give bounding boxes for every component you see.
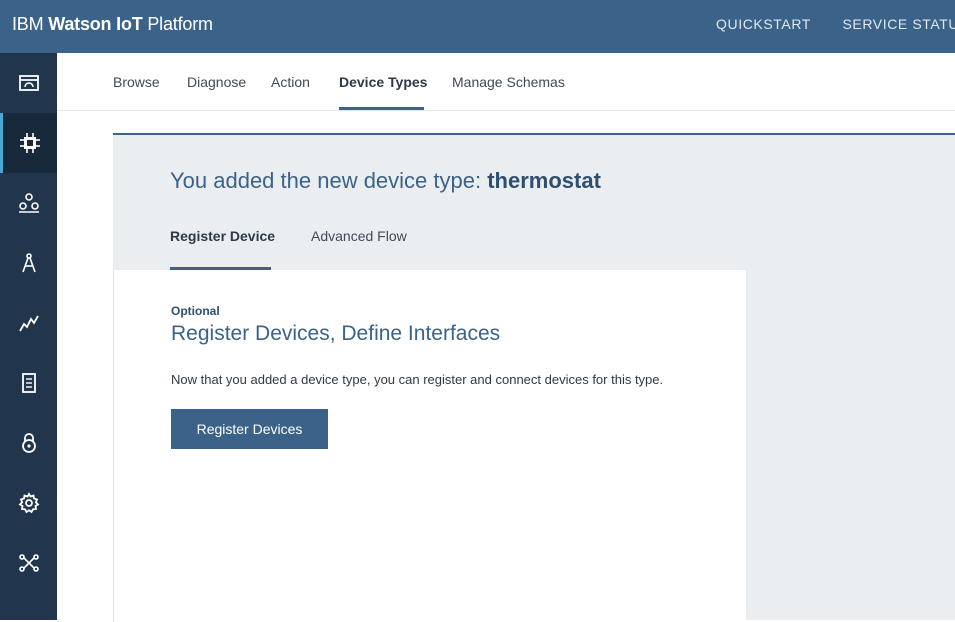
compass-icon: [21, 253, 36, 273]
sidebar-item-reports[interactable]: [0, 353, 57, 413]
sidebar: [0, 53, 57, 620]
nav-quickstart[interactable]: QUICKSTART: [716, 16, 811, 32]
brand-logo[interactable]: IBM Watson IoT Platform: [12, 14, 213, 35]
tab-browse[interactable]: Browse: [113, 74, 160, 90]
register-card: Optional Register Devices, Define Interf…: [113, 270, 746, 622]
nav-service-status[interactable]: SERVICE STATUS: [842, 16, 955, 32]
sidebar-item-usage[interactable]: [0, 293, 57, 353]
tab-advanced-flow[interactable]: Advanced Flow: [311, 228, 407, 244]
brand-suffix: Platform: [147, 14, 213, 34]
optional-label: Optional: [171, 304, 220, 318]
top-bar: IBM Watson IoT Platform QUICKSTART SERVI…: [0, 0, 955, 53]
tab-manage-schemas[interactable]: Manage Schemas: [452, 74, 565, 90]
active-tab-indicator: [339, 107, 424, 110]
members-icon: [18, 193, 39, 213]
document-icon: [21, 373, 36, 393]
tab-register-device[interactable]: Register Device: [170, 228, 275, 244]
tab-action[interactable]: Action: [271, 74, 310, 90]
register-devices-button[interactable]: Register Devices: [171, 409, 328, 449]
sidebar-item-extensions[interactable]: [0, 533, 57, 593]
gear-icon: [18, 492, 39, 514]
sidebar-item-rules[interactable]: [0, 233, 57, 293]
panel-title-prefix: You added the new device type:: [170, 168, 482, 193]
tab-diagnose[interactable]: Diagnose: [187, 74, 246, 90]
sidebar-item-security[interactable]: [0, 413, 57, 473]
sidebar-item-dashboard[interactable]: [0, 53, 57, 113]
sub-nav: Browse Diagnose Action Device Types Mana…: [57, 53, 955, 111]
sidebar-item-settings[interactable]: [0, 473, 57, 533]
top-nav: QUICKSTART SERVICE STATUS: [716, 16, 955, 32]
sidebar-item-members[interactable]: [0, 173, 57, 233]
dashboard-icon: [18, 75, 39, 91]
panel-title: You added the new device type: thermosta…: [170, 168, 601, 194]
connections-icon: [18, 554, 39, 572]
card-description: Now that you added a device type, you ca…: [171, 372, 664, 387]
sidebar-item-devices[interactable]: [0, 113, 57, 173]
usage-chart-icon: [18, 315, 39, 332]
device-type-name: thermostat: [487, 168, 601, 193]
brand-bold: Watson IoT: [48, 14, 143, 34]
lock-icon: [21, 433, 36, 453]
card-title: Register Devices, Define Interfaces: [171, 322, 501, 345]
tab-device-types[interactable]: Device Types: [339, 74, 427, 90]
chip-icon: [20, 133, 40, 153]
brand-prefix: IBM: [12, 14, 44, 34]
device-type-panel: You added the new device type: thermosta…: [113, 133, 955, 622]
